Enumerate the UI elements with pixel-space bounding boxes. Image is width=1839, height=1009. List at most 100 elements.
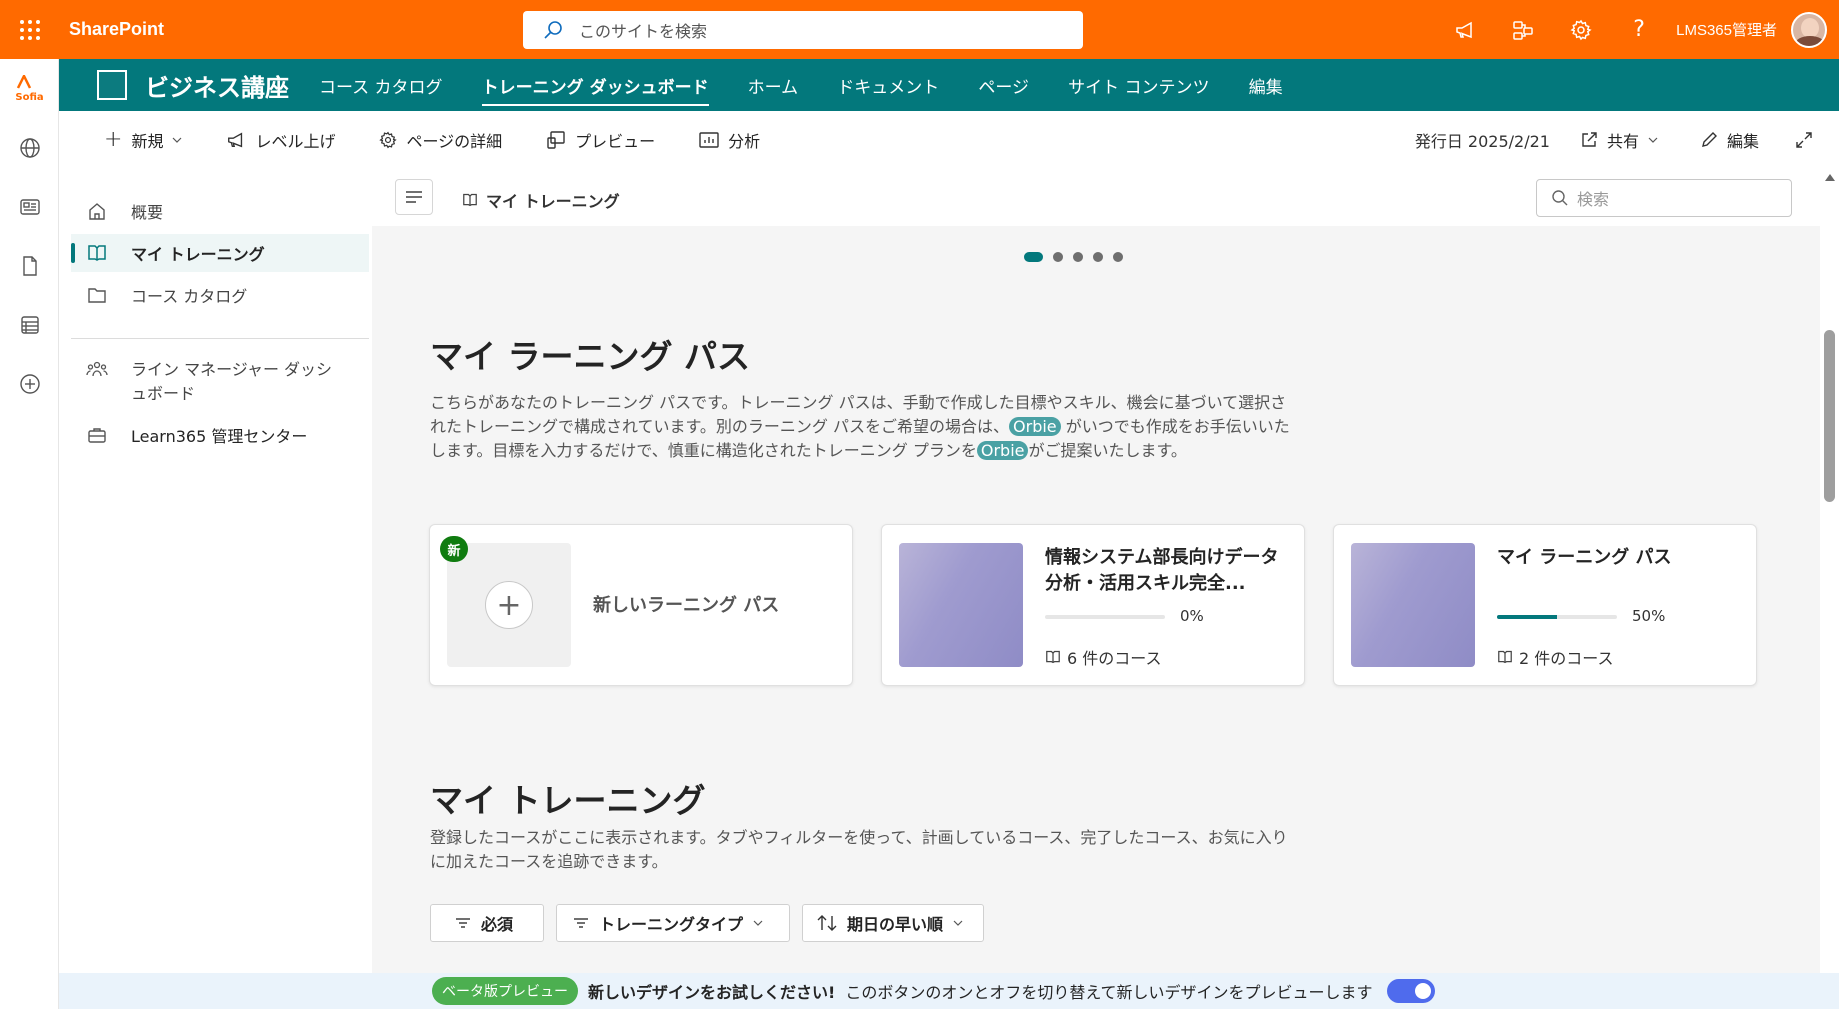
- suite-bar: SharePoint このサイトを検索 ? LMS365管理者: [0, 0, 1839, 59]
- nav-site-contents[interactable]: サイト コンテンツ: [1068, 65, 1209, 104]
- chevron-down-icon: [1648, 137, 1658, 143]
- new-design-toggle[interactable]: [1386, 979, 1435, 1003]
- leftnav-item-my-training[interactable]: マイ トレーニング: [71, 234, 369, 272]
- menu-icon: [406, 191, 422, 203]
- learning-path-card[interactable]: マイ ラーニング パス 50% 2 件のコース: [1333, 524, 1757, 686]
- rail-create-button[interactable]: [0, 354, 59, 413]
- question-icon: ?: [1633, 17, 1645, 42]
- carousel-dot-1[interactable]: [1024, 252, 1043, 262]
- required-filter-button[interactable]: 必須: [430, 904, 544, 942]
- nav-pages[interactable]: ページ: [978, 65, 1029, 104]
- main-content: マイ トレーニング 検索 マイ ラーニング パス こちらがあなたのトレーニング …: [372, 168, 1820, 1009]
- preview-button[interactable]: プレビュー: [546, 128, 655, 152]
- learning-paths-heading: マイ ラーニング パス: [430, 337, 750, 376]
- training-filters: 必須 トレーニングタイプ 期日の早い順: [430, 904, 984, 942]
- sort-icon: [817, 915, 837, 931]
- training-search-input[interactable]: 検索: [1536, 179, 1792, 217]
- site-logo[interactable]: [97, 70, 127, 100]
- learning-path-progress-bar: [1497, 615, 1617, 619]
- leftnav-divider: [71, 338, 369, 339]
- learning-path-course-count: 6 件のコース: [1045, 645, 1161, 669]
- pencil-icon: [1702, 131, 1717, 147]
- settings-button[interactable]: [1552, 0, 1610, 59]
- scroll-up-arrow[interactable]: [1825, 174, 1835, 181]
- nav-edit[interactable]: 編集: [1249, 65, 1283, 104]
- new-learning-path-label: 新しいラーニング パス: [593, 595, 780, 616]
- learning-path-thumbnail: [899, 543, 1023, 667]
- rail-news-button[interactable]: [0, 177, 59, 236]
- globe-icon: [19, 137, 40, 158]
- learning-path-card[interactable]: 情報システム部長向けデータ分析・活用スキル完全... 0% 6 件のコース: [881, 524, 1305, 686]
- breadcrumb: マイ トレーニング: [462, 188, 620, 212]
- scrollbar-thumb[interactable]: [1824, 330, 1835, 502]
- sort-button[interactable]: 期日の早い順: [802, 904, 984, 942]
- site-nav: コース カタログ トレーニング ダッシュボード ホーム ドキュメント ページ サ…: [319, 65, 1317, 106]
- beta-headline: 新しいデザインをお試しください!: [588, 983, 836, 1002]
- leftnav-item-learn365-admin-center[interactable]: Learn365 管理センター: [71, 416, 369, 454]
- nav-documents[interactable]: ドキュメント: [837, 65, 939, 104]
- learning-path-course-count: 2 件のコース: [1497, 645, 1613, 669]
- megaphone-icon: [1456, 21, 1472, 38]
- new-learning-path-card[interactable]: + 新 新しいラーニング パス: [429, 524, 853, 686]
- nav-course-catalog[interactable]: コース カタログ: [319, 65, 443, 104]
- filter-icon: [574, 918, 588, 928]
- promote-button[interactable]: レベル上げ: [226, 128, 335, 152]
- edit-button[interactable]: 編集: [1700, 128, 1759, 152]
- carousel-dot-5[interactable]: [1113, 252, 1123, 262]
- carousel-dot-2[interactable]: [1053, 252, 1063, 262]
- search-icon: [544, 21, 562, 39]
- feedback-button[interactable]: [1494, 0, 1552, 59]
- learning-path-title: マイ ラーニング パス: [1497, 547, 1672, 568]
- list-icon: [20, 315, 39, 334]
- rail-files-button[interactable]: [0, 236, 59, 295]
- rail-lists-button[interactable]: [0, 295, 59, 354]
- beta-text: このボタンのオンとオフを切り替えて新しいデザインをプレビューします: [845, 983, 1373, 1002]
- beta-preview-banner: ベータ版プレビュー 新しいデザインをお試しください! このボタンのオンとオフを切…: [59, 973, 1839, 1009]
- learning-path-progress-label: 0%: [1180, 607, 1204, 625]
- page-scrollbar[interactable]: [1820, 168, 1839, 973]
- app-launcher-button[interactable]: [0, 0, 59, 59]
- book-icon: [1046, 650, 1060, 664]
- book-icon: [88, 245, 106, 261]
- nav-home[interactable]: ホーム: [748, 65, 799, 104]
- folder-icon: [88, 288, 106, 303]
- document-icon: [22, 255, 37, 276]
- analytics-icon: [699, 131, 719, 148]
- avatar[interactable]: [1791, 11, 1827, 48]
- sofia-logo[interactable]: Sofia: [0, 59, 59, 118]
- filter-icon: [456, 918, 470, 928]
- nav-training-dashboard[interactable]: トレーニング ダッシュボード: [481, 65, 709, 106]
- site-search-box[interactable]: このサイトを検索: [523, 11, 1083, 49]
- training-type-filter-button[interactable]: トレーニングタイプ: [556, 904, 790, 942]
- gear-icon: [379, 131, 398, 148]
- analytics-button[interactable]: 分析: [699, 128, 760, 152]
- rail-sites-button[interactable]: [0, 118, 59, 177]
- carousel-dot-4[interactable]: [1093, 252, 1103, 262]
- page-details-button[interactable]: ページの詳細: [379, 128, 502, 152]
- expand-button[interactable]: [1795, 131, 1813, 149]
- site-header: ビジネス講座 コース カタログ トレーニング ダッシュボード ホーム ドキュメン…: [59, 59, 1839, 111]
- learning-paths-description: こちらがあなたのトレーニング パスです。トレーニング パスは、手動で作成した目標…: [430, 393, 1290, 460]
- collapse-menu-button[interactable]: [395, 179, 433, 215]
- site-title[interactable]: ビジネス講座: [145, 68, 289, 103]
- new-button[interactable]: + 新規: [104, 127, 182, 152]
- learning-path-progress-label: 50%: [1632, 607, 1666, 625]
- published-date: 発行日 2025/2/21: [1414, 131, 1550, 151]
- user-name[interactable]: LMS365管理者: [1676, 19, 1777, 40]
- share-network-icon: [1513, 20, 1533, 40]
- sofia-logo-icon: [17, 73, 32, 89]
- learning-path-thumbnail: [1351, 543, 1475, 667]
- book-icon: [463, 193, 477, 207]
- leftnav-item-overview[interactable]: 概要: [71, 192, 369, 230]
- carousel-dot-3[interactable]: [1073, 252, 1083, 262]
- leftnav-item-course-catalog[interactable]: コース カタログ: [71, 276, 369, 314]
- chevron-down-icon: [953, 920, 963, 926]
- leftnav-item-line-manager-dashboard[interactable]: ライン マネージャー ダッシュボード: [71, 350, 369, 406]
- help-button[interactable]: ?: [1610, 0, 1668, 59]
- orbie-link[interactable]: Orbie: [976, 441, 1029, 460]
- share-button[interactable]: 共有: [1580, 128, 1658, 152]
- new-badge: 新: [440, 536, 468, 562]
- announcement-button[interactable]: [1436, 0, 1494, 59]
- brand-name[interactable]: SharePoint: [69, 19, 164, 40]
- orbie-link[interactable]: Orbie: [1009, 417, 1061, 436]
